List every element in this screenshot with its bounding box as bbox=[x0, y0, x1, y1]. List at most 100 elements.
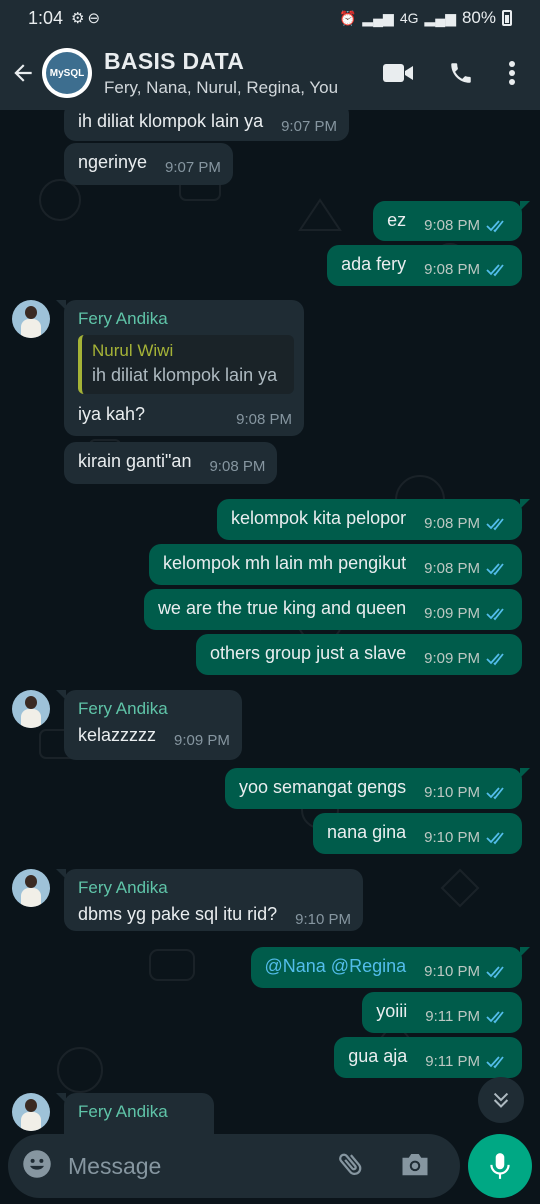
read-ticks-icon bbox=[486, 219, 504, 232]
message-time: 9:10 PM bbox=[424, 963, 480, 980]
voice-message-button[interactable] bbox=[468, 1134, 532, 1198]
read-ticks-icon bbox=[486, 652, 504, 665]
message-bubble[interactable]: @Nana @Regina 9:10 PM bbox=[250, 947, 530, 988]
message-bubble[interactable]: yoiii 9:11 PM bbox=[362, 992, 522, 1033]
message-text: kelompok mh lain mh pengikut bbox=[163, 553, 407, 573]
quoted-message[interactable]: Nurul Wiwi ih diliat klompok lain ya bbox=[78, 335, 294, 394]
read-ticks-icon bbox=[486, 1055, 504, 1068]
microphone-icon bbox=[490, 1153, 510, 1179]
message-text: ada fery bbox=[341, 254, 407, 274]
group-avatar[interactable]: MySQL bbox=[42, 48, 92, 98]
sender-avatar[interactable] bbox=[12, 300, 50, 338]
message-list[interactable]: ih diliat klompok lain ya 9:07 PM ngerin… bbox=[0, 110, 540, 1134]
quote-sender: Nurul Wiwi bbox=[92, 341, 174, 360]
message-bubble[interactable]: Fery Andika dbms yg pake sql itu rid? 9:… bbox=[56, 869, 363, 931]
quote-text: ih diliat klompok lain ya bbox=[92, 365, 278, 385]
voice-call-button[interactable] bbox=[448, 60, 474, 86]
read-ticks-icon bbox=[486, 517, 504, 530]
status-time: 1:04 bbox=[28, 7, 64, 28]
message-time: 9:08 PM bbox=[424, 560, 480, 577]
message-time: 9:09 PM bbox=[424, 650, 480, 667]
message-time: 9:08 PM bbox=[424, 261, 480, 278]
chevron-double-down-icon bbox=[493, 1092, 509, 1108]
signal-icon-2: ▂▄▆ bbox=[424, 9, 456, 26]
message-bubble[interactable]: Fery Andika kelazzzzz 9:09 PM bbox=[56, 690, 242, 760]
network-type: 4G bbox=[399, 10, 419, 26]
message-input[interactable] bbox=[68, 1152, 328, 1180]
more-options-button[interactable] bbox=[508, 60, 516, 86]
message-text: ih diliat klompok lain ya bbox=[78, 111, 264, 131]
signal-icon: ▂▄▆ bbox=[362, 9, 394, 26]
message-time: 9:10 PM bbox=[295, 911, 351, 928]
status-settings-icon: ⚙⊖ bbox=[71, 10, 104, 27]
sender-avatar[interactable] bbox=[12, 869, 50, 907]
message-bubble[interactable]: ih diliat klompok lain ya 9:07 PM bbox=[64, 110, 349, 141]
message-bubble[interactable]: ngerinye 9:07 PM bbox=[64, 143, 233, 185]
message-bubble[interactable]: kelompok kita pelopor 9:08 PM bbox=[217, 499, 530, 540]
message-bubble[interactable]: others group just a slave 9:09 PM bbox=[196, 634, 522, 675]
message-text: ez bbox=[387, 210, 407, 230]
message-text: yoo semangat gengs bbox=[239, 777, 407, 797]
message-time: 9:07 PM bbox=[281, 118, 337, 135]
message-text: dbms yg pake sql itu rid? bbox=[78, 904, 278, 924]
group-title: BASIS DATA bbox=[104, 48, 245, 74]
phone-icon bbox=[451, 63, 471, 83]
battery-icon bbox=[502, 10, 512, 26]
group-avatar-logo: MySQL bbox=[46, 52, 88, 94]
emoji-button[interactable] bbox=[22, 1149, 52, 1184]
message-bubble[interactable]: ada fery 9:08 PM bbox=[327, 245, 522, 286]
camera-icon bbox=[402, 1153, 428, 1175]
status-bar: 1:04 ⚙⊖ ⏰ ▂▄▆ 4G ▂▄▆ 80% bbox=[0, 0, 540, 36]
camera-button[interactable] bbox=[400, 1150, 430, 1183]
battery-percent: 80% bbox=[461, 8, 496, 27]
message-bubble[interactable]: kelompok mh lain mh pengikut 9:08 PM bbox=[149, 544, 522, 585]
read-ticks-icon bbox=[486, 831, 504, 844]
message-bubble[interactable]: yoo semangat gengs 9:10 PM bbox=[225, 768, 530, 809]
message-text[interactable]: @Nana @Regina bbox=[265, 956, 407, 988]
sender-name: Fery Andika bbox=[78, 878, 168, 897]
message-composer bbox=[8, 1134, 460, 1198]
sender-avatar[interactable] bbox=[12, 690, 50, 728]
more-vertical-icon bbox=[509, 61, 515, 85]
attach-button[interactable] bbox=[336, 1149, 366, 1184]
message-time: 9:09 PM bbox=[174, 732, 230, 749]
message-time: 9:07 PM bbox=[165, 159, 221, 176]
message-text: iya kah? bbox=[78, 404, 146, 424]
message-time: 9:11 PM bbox=[425, 1053, 480, 1070]
chat-header: MySQL BASIS DATA Fery, Nana, Nurul, Regi… bbox=[0, 36, 540, 110]
message-bubble[interactable]: Fery Andika bbox=[56, 1093, 214, 1134]
group-info[interactable]: BASIS DATA Fery, Nana, Nurul, Regina, Yo… bbox=[104, 48, 382, 98]
read-ticks-icon bbox=[486, 1010, 504, 1023]
message-bubble[interactable]: ez 9:08 PM bbox=[373, 201, 530, 241]
emoji-icon bbox=[23, 1149, 51, 1178]
message-text: nana gina bbox=[327, 822, 407, 842]
message-time: 9:10 PM bbox=[424, 784, 480, 801]
back-arrow-icon bbox=[14, 64, 32, 82]
message-time: 9:08 PM bbox=[424, 217, 480, 234]
read-ticks-icon bbox=[486, 965, 504, 978]
message-text: we are the true king and queen bbox=[157, 598, 407, 618]
read-ticks-icon bbox=[486, 786, 504, 799]
message-bubble[interactable]: kirain ganti"an 9:08 PM bbox=[64, 442, 278, 484]
message-text: others group just a slave bbox=[210, 643, 407, 663]
message-text: kirain ganti"an bbox=[78, 451, 192, 471]
message-text: kelazzzzz bbox=[78, 725, 157, 745]
back-button[interactable] bbox=[4, 36, 42, 110]
status-right: ⏰ ▂▄▆ 4G ▂▄▆ 80% bbox=[339, 8, 512, 28]
message-bubble[interactable]: gua aja 9:11 PM bbox=[334, 1037, 522, 1078]
message-time: 9:08 PM bbox=[209, 458, 266, 475]
message-text: kelompok kita pelopor bbox=[231, 508, 407, 528]
group-members: Fery, Nana, Nurul, Regina, You bbox=[104, 78, 339, 97]
sender-name: Fery Andika bbox=[78, 309, 168, 328]
sender-avatar[interactable] bbox=[12, 1093, 50, 1131]
message-time: 9:10 PM bbox=[424, 829, 480, 846]
scroll-to-bottom-button[interactable] bbox=[478, 1077, 524, 1123]
alarm-icon: ⏰ bbox=[338, 9, 357, 26]
message-time: 9:09 PM bbox=[424, 605, 480, 622]
message-bubble[interactable]: we are the true king and queen 9:09 PM bbox=[143, 589, 522, 630]
message-bubble[interactable]: nana gina 9:10 PM bbox=[313, 813, 522, 854]
sender-name: Fery Andika bbox=[78, 699, 168, 718]
message-time: 9:08 PM bbox=[424, 515, 480, 532]
message-bubble[interactable]: Fery Andika Nurul Wiwi ih diliat klompok… bbox=[56, 300, 304, 436]
video-call-button[interactable] bbox=[382, 61, 414, 85]
